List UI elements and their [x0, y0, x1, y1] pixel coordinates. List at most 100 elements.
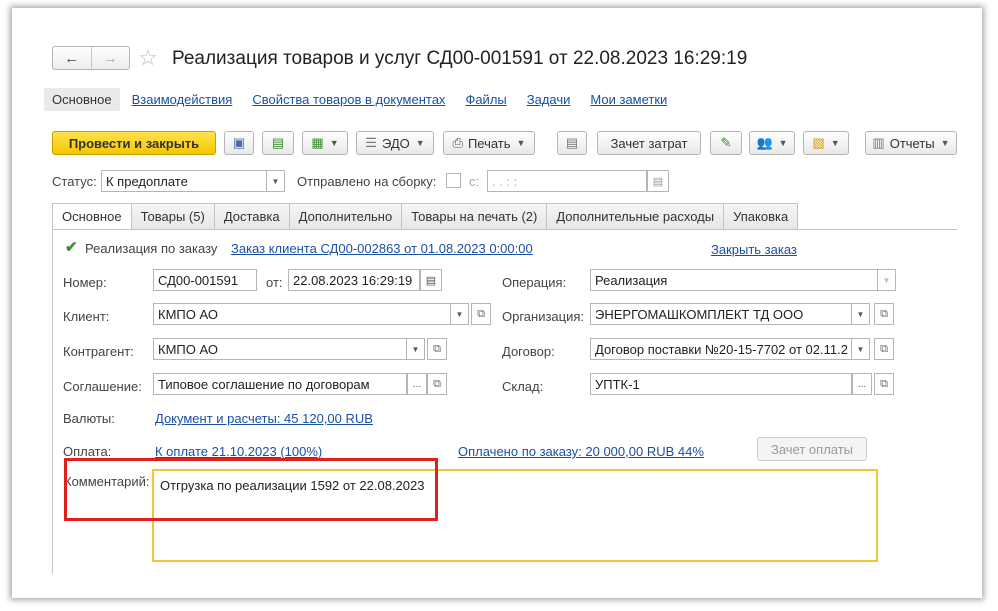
customer-order-link[interactable]: Заказ клиента СД00-002863 от 01.08.2023 …: [231, 241, 533, 256]
nav-buttons: ← →: [52, 46, 130, 70]
document-title: Реализация товаров и услуг СД00-001591 о…: [172, 48, 748, 69]
payment-date: 21.10.2023: [211, 444, 277, 459]
open-icon[interactable]: ⧉: [471, 303, 491, 325]
tab-goods[interactable]: Товары (5): [130, 203, 215, 229]
calendar-icon[interactable]: ▤: [420, 269, 442, 291]
structure-button[interactable]: ▤: [557, 131, 587, 155]
payment-prefix: К оплате: [155, 444, 212, 459]
open-icon[interactable]: ⧉: [874, 373, 894, 395]
paid-by-order-link[interactable]: Оплачено по заказу: 20 000,00 RUB 44%: [458, 444, 704, 459]
tab-additional-expenses[interactable]: Дополнительные расходы: [546, 203, 725, 229]
post-button[interactable]: ▤: [262, 131, 294, 155]
client-field[interactable]: КМПО АО: [153, 303, 451, 325]
open-icon[interactable]: ⧉: [427, 373, 447, 395]
edo-menu-button[interactable]: ☰ ЭДО ▼: [356, 131, 434, 155]
sent-date-field[interactable]: . . : :: [487, 170, 647, 192]
status-label: Статус:: [52, 174, 97, 189]
documents-menu-button[interactable]: ▧ ▼: [803, 131, 849, 155]
chevron-down-icon: ▼: [415, 138, 425, 148]
checkmark-icon[interactable]: ✔: [65, 240, 79, 255]
chevron-down-icon: ▼: [329, 138, 339, 148]
agreement-field[interactable]: Типовое соглашение по договорам: [153, 373, 407, 395]
back-arrow-icon[interactable]: ←: [53, 47, 91, 69]
cost-offset-button[interactable]: Зачет затрат: [597, 131, 701, 155]
section-notes[interactable]: Мои заметки: [590, 92, 667, 111]
counterparty-field[interactable]: КМПО АО: [153, 338, 407, 360]
tab-packaging[interactable]: Упаковка: [723, 203, 799, 229]
tab-delivery[interactable]: Доставка: [213, 203, 290, 229]
open-icon[interactable]: ⧉: [874, 303, 894, 325]
close-order-link[interactable]: Закрыть заказ: [711, 242, 797, 257]
create-based-on-button[interactable]: ▦ ▼: [302, 131, 348, 155]
contract-label: Договор:: [502, 344, 555, 359]
sign-button[interactable]: ✎: [710, 131, 742, 155]
contract-field[interactable]: Договор поставки №20-15-7702 от 02.11.2: [590, 338, 852, 360]
currency-label: Валюты:: [63, 411, 115, 426]
highlight-box: [64, 458, 438, 521]
organization-label: Организация:: [502, 309, 585, 324]
users-menu-button[interactable]: 👥 ▼: [749, 131, 795, 155]
organization-field[interactable]: ЭНЕРГОМАШКОМПЛЕКТ ТД ООО: [590, 303, 852, 325]
number-field[interactable]: СД00-001591: [153, 269, 257, 291]
calendar-icon[interactable]: ▤: [647, 170, 669, 192]
save-button[interactable]: ▣: [224, 131, 254, 155]
payment-offset-button[interactable]: Зачет оплаты: [757, 437, 867, 461]
users-icon: 👥: [756, 135, 773, 150]
client-label: Клиент:: [63, 309, 110, 324]
chevron-down-icon[interactable]: ▼: [852, 303, 870, 325]
forward-arrow-icon[interactable]: →: [90, 47, 130, 69]
open-icon[interactable]: ⧉: [874, 338, 894, 360]
section-tasks[interactable]: Задачи: [527, 92, 571, 111]
reports-label: Отчеты: [889, 135, 935, 151]
document-settlements-link[interactable]: Документ и расчеты: 45 120,00 RUB: [155, 411, 373, 426]
section-interactions[interactable]: Взаимодействия: [132, 92, 233, 111]
panel-border: [52, 229, 53, 574]
chevron-down-icon[interactable]: ▼: [407, 338, 425, 360]
section-main[interactable]: Основное: [44, 88, 120, 111]
status-select[interactable]: К предоплате: [101, 170, 267, 192]
section-files[interactable]: Файлы: [465, 92, 506, 111]
chevron-down-icon: ▼: [516, 138, 526, 148]
ellipsis-icon[interactable]: ...: [852, 373, 872, 395]
print-menu-button[interactable]: ⎙ Печать ▼: [443, 131, 535, 155]
chevron-down-icon[interactable]: ▼: [852, 338, 870, 360]
document-icon: ▧: [812, 135, 825, 150]
printer-icon: ⎙: [452, 135, 463, 150]
date-field[interactable]: 22.08.2023 16:29:19: [288, 269, 420, 291]
document-window: ← → ☆ Реализация товаров и услуг СД00-00…: [12, 8, 982, 598]
by-order-label: Реализация по заказу: [85, 241, 218, 256]
counterparty-label: Контрагент:: [63, 344, 134, 359]
edo-icon: ☰: [365, 135, 377, 150]
tab-main[interactable]: Основное: [52, 203, 132, 229]
operation-label: Операция:: [502, 275, 567, 290]
sent-to-assembly-label: Отправлено на сборку:: [297, 174, 437, 189]
post-and-close-button[interactable]: Провести и закрыть: [52, 131, 216, 155]
open-icon[interactable]: ⧉: [427, 338, 447, 360]
chevron-down-icon: ▼: [778, 138, 788, 148]
warehouse-label: Склад:: [502, 379, 544, 394]
edo-label: ЭДО: [381, 135, 410, 151]
favorite-star-icon[interactable]: ☆: [138, 45, 158, 71]
document-post-icon: ▤: [271, 135, 285, 150]
reports-menu-button[interactable]: ▥ Отчеты ▼: [865, 131, 957, 155]
ellipsis-icon[interactable]: ...: [407, 373, 427, 395]
chevron-down-icon[interactable]: ▼: [451, 303, 469, 325]
tab-additional[interactable]: Дополнительно: [288, 203, 403, 229]
agreement-label: Соглашение:: [63, 379, 142, 394]
report-icon: ▥: [872, 135, 885, 150]
chevron-down-icon: ▼: [940, 138, 950, 148]
payment-link[interactable]: К оплате 21.10.2023 (100%): [155, 444, 322, 459]
pen-icon: ✎: [720, 135, 732, 150]
from-label: с:: [469, 174, 480, 189]
floppy-disk-icon: ▣: [232, 135, 246, 150]
tab-divider: [52, 229, 957, 230]
chevron-down-icon[interactable]: ▼: [267, 170, 285, 192]
sent-to-assembly-checkbox[interactable]: [446, 173, 461, 188]
operation-select[interactable]: Реализация: [590, 269, 878, 291]
chevron-down-icon[interactable]: ▼: [878, 269, 896, 291]
section-product-properties[interactable]: Свойства товаров в документах: [252, 92, 445, 111]
tab-goods-for-print[interactable]: Товары на печать (2): [401, 203, 548, 229]
payment-label: Оплата:: [63, 444, 112, 459]
warehouse-field[interactable]: УПТК-1: [590, 373, 852, 395]
form-tabs: Основное Товары (5) Доставка Дополнитель…: [52, 203, 799, 229]
